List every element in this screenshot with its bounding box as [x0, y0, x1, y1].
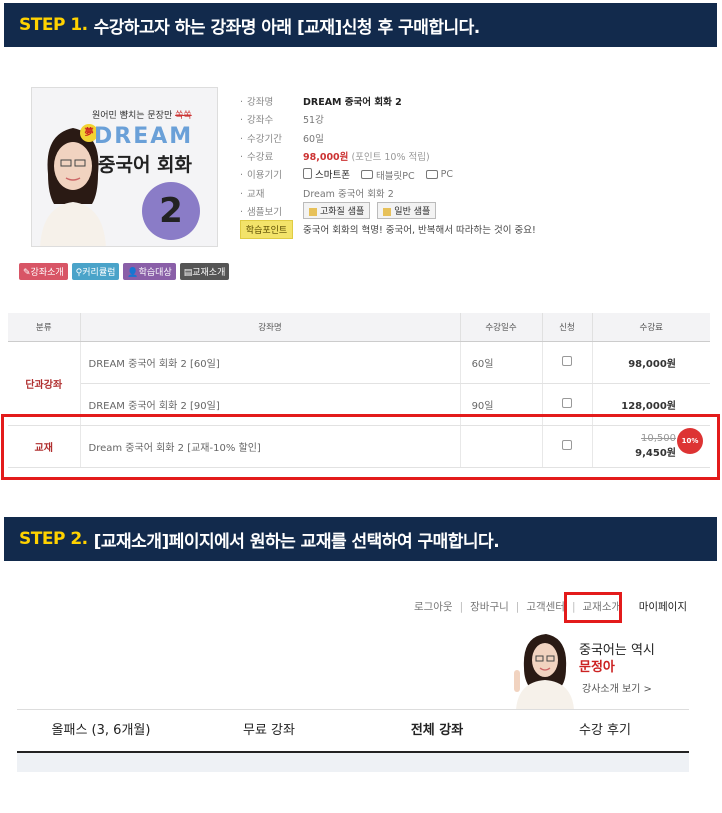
info-row-book: 교재 Dream 중국어 회화 2 — [240, 183, 536, 201]
category-single: 단과강좌 — [8, 341, 81, 426]
table-header: 분류 강좌명 수강일수 신청 수강료 — [8, 313, 710, 342]
thumbnail-brand: DREAM — [94, 124, 194, 149]
highlight-box-book-row — [1, 414, 720, 480]
tab-course-intro[interactable]: ✎강좌소개 — [19, 263, 68, 280]
monitor-icon — [425, 170, 438, 180]
main-menu: 올패스 (3, 6개월) 무료 강좌 전체 강좌 수강 후기 — [17, 709, 689, 753]
book-name: Dream 중국어 회화 2 — [303, 188, 394, 200]
course-thumbnail[interactable]: 원어민 뺨치는 문장만 쏙쏙 夢 DREAM 중국어 회화 2 — [31, 87, 218, 247]
learning-point-label: 학습포인트 — [240, 219, 293, 239]
tablet-device: 태블릿PC — [361, 168, 415, 182]
step2-number: STEP 2. — [19, 529, 88, 549]
fee-note: (포인트 10% 적립) — [351, 152, 430, 164]
tablet-icon — [361, 170, 373, 180]
step1-text: 수강하고자 하는 강좌명 아래 [교재]신청 후 구매합니다. — [93, 17, 481, 38]
info-row-name: 강좌명 DREAM 중국어 회화 2 — [240, 92, 536, 110]
menu-free[interactable]: 무료 강좌 — [185, 710, 353, 751]
instructor-promo[interactable]: 중국어는 역시 문정아 강사소개 보기 > — [510, 630, 690, 710]
support-link[interactable]: 고객센터 — [526, 599, 565, 614]
logout-link[interactable]: 로그아웃 — [414, 599, 453, 614]
info-row-point: 학습포인트 중국어 회화의 혁명! 중국어, 반복해서 따라하는 것이 중요! — [240, 219, 536, 239]
course-info: 강좌명 DREAM 중국어 회화 2 강좌수 51강 수강기간 60일 수강료 … — [240, 92, 536, 239]
info-row-period: 수강기간 60일 — [240, 129, 536, 147]
submenu-band — [17, 753, 689, 772]
course-fee: 98,000원 — [303, 152, 349, 164]
tab-book-intro[interactable]: ▤교재소개 — [179, 263, 230, 280]
course-tabs: ✎강좌소개 ⚲커리큘럼 👤학습대상 ▤교재소개 — [19, 263, 230, 280]
menu-allpass[interactable]: 올패스 (3, 6개월) — [17, 710, 185, 751]
step2-text: [교재소개]페이지에서 원하는 교재를 선택하여 구매합니다. — [93, 531, 500, 552]
menu-all-courses[interactable]: 전체 강좌 — [353, 710, 521, 751]
pc-device: PC — [425, 169, 453, 180]
course-period: 60일 — [303, 133, 324, 145]
highlight-box-book-link — [564, 592, 622, 623]
info-row-lectures: 강좌수 51강 — [240, 110, 536, 128]
info-row-devices: 이용기기 스마트폰 태블릿PC PC — [240, 165, 536, 183]
learning-point-text: 중국어 회화의 혁명! 중국어, 반복해서 따라하는 것이 중요! — [303, 225, 536, 237]
play-icon — [383, 207, 392, 216]
promo-name: 문정아 — [579, 660, 615, 675]
course-name: DREAM 중국어 회화 2 — [303, 97, 402, 109]
info-row-samples: 샘플보기 고화질 샘플 일반 샘플 — [240, 202, 536, 220]
mypage-link[interactable]: 마이페이지 — [639, 599, 687, 614]
tab-curriculum[interactable]: ⚲커리큘럼 — [71, 263, 120, 280]
cart-link[interactable]: 장바구니 — [470, 599, 509, 614]
lecture-count: 51강 — [303, 115, 324, 127]
sd-sample-button[interactable]: 일반 샘플 — [377, 202, 437, 220]
info-row-fee: 수강료 98,000원 (포인트 10% 적립) — [240, 147, 536, 165]
play-icon — [309, 207, 317, 216]
tab-target[interactable]: 👤학습대상 — [123, 263, 176, 280]
table-row: 단과강좌 DREAM 중국어 회화 2 [60일] 60일 98,000원 — [8, 341, 710, 426]
apply-checkbox[interactable] — [562, 397, 572, 408]
step2-banner: STEP 2. [교재소개]페이지에서 원하는 교재를 선택하여 구매합니다. — [4, 517, 717, 561]
thumbnail-level: 2 — [142, 182, 200, 240]
menu-reviews[interactable]: 수강 후기 — [521, 710, 689, 751]
thumbnail-title: 중국어 회화 — [98, 154, 193, 176]
top-nav: 로그아웃 | 장바구니 | 고객센터 | 교재소개 | 마이페이지 — [413, 599, 687, 614]
step1-number: STEP 1. — [19, 15, 88, 35]
smartphone-icon — [303, 168, 312, 180]
smartphone-device: 스마트폰 — [303, 167, 350, 181]
instructor-intro-link[interactable]: 강사소개 보기 > — [582, 680, 652, 695]
step1-banner: STEP 1. 수강하고자 하는 강좌명 아래 [교재]신청 후 구매합니다. — [4, 3, 717, 47]
instructor-photo — [514, 634, 574, 710]
apply-checkbox[interactable] — [562, 355, 572, 366]
thumbnail-slogan: 원어민 뺨치는 문장만 쏙쏙 — [92, 111, 192, 121]
hd-sample-button[interactable]: 고화질 샘플 — [303, 202, 371, 220]
